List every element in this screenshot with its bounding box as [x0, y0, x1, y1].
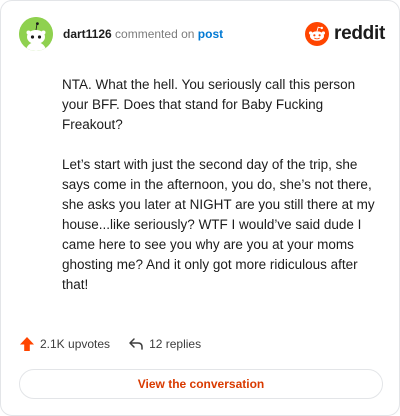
comment-footer: 2.1K upvotes 12 replies	[19, 334, 201, 354]
upvote-count: 2.1K upvotes	[40, 337, 111, 351]
post-link[interactable]: post	[198, 27, 223, 41]
comment-body: NTA. What the hell. You seriously call t…	[62, 75, 382, 295]
view-conversation-button[interactable]: View the conversation	[19, 369, 383, 399]
username-link[interactable]: dart1126	[63, 27, 112, 41]
comment-meta: dart1126 commented on post	[63, 27, 223, 41]
upvote-button[interactable]: 2.1K upvotes	[19, 336, 110, 352]
snoo-avatar-icon	[19, 17, 53, 51]
comment-header: dart1126 commented on post reddit	[19, 17, 385, 53]
reply-arrow-icon	[129, 338, 143, 350]
comment-action-text: commented on	[115, 27, 195, 41]
reply-count: 12 replies	[149, 337, 202, 351]
comment-card: dart1126 commented on post reddit NTA. W…	[0, 0, 400, 416]
user-avatar[interactable]	[19, 17, 53, 51]
comment-paragraph: Let’s start with just the second day of …	[62, 157, 375, 292]
comment-paragraph: NTA. What the hell. You seriously call t…	[62, 77, 356, 132]
reddit-snoo-icon	[305, 22, 330, 46]
replies-button[interactable]: 12 replies	[128, 336, 201, 352]
brand-wordmark: reddit	[334, 23, 385, 44]
upvote-arrow-icon	[20, 337, 34, 351]
reddit-logo[interactable]: reddit	[305, 21, 385, 47]
